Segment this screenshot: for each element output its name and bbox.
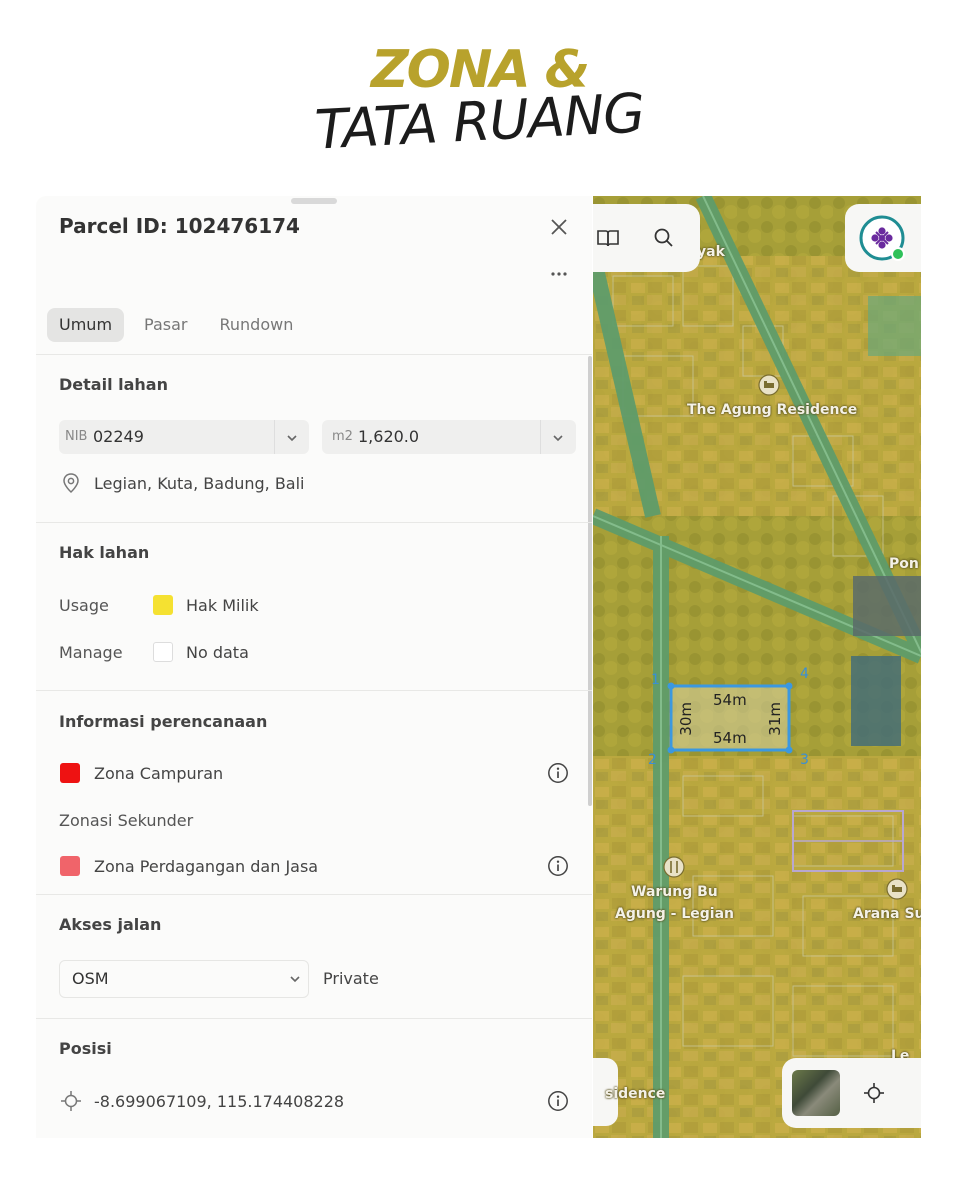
hotel-icon[interactable] <box>758 374 780 396</box>
vertex-2-label: 2 <box>648 752 657 768</box>
parcel-title: Parcel ID: 102476174 <box>59 214 300 238</box>
divider <box>36 522 592 523</box>
zonasi-sekunder-label: Zonasi Sekunder <box>59 811 194 830</box>
area-prefix: m2 <box>332 429 353 444</box>
more-options-button[interactable] <box>544 264 574 284</box>
drag-handle[interactable] <box>291 198 337 204</box>
tab-rundown[interactable]: Rundown <box>207 308 305 342</box>
more-icon <box>551 272 567 276</box>
map-toolbar-right <box>845 204 921 272</box>
app-logo-avatar[interactable] <box>858 214 908 264</box>
info-icon[interactable] <box>547 1090 569 1112</box>
map-label-warung-2[interactable]: Agung - Legian <box>615 906 734 922</box>
vertex-1-label: 1 <box>651 672 660 688</box>
close-icon <box>551 219 567 235</box>
crosshair-icon <box>61 1091 81 1111</box>
nib-dropdown-button[interactable] <box>275 420 309 454</box>
parcel-panel: Parcel ID: 102476174 Umum Pasar Rundown … <box>36 196 592 1138</box>
nib-field[interactable]: NIB 02249 <box>59 420 309 454</box>
info-icon[interactable] <box>547 855 569 877</box>
dimension-right: 31m <box>766 702 784 736</box>
info-icon[interactable] <box>547 762 569 784</box>
coordinates-text: -8.699067109, 115.174408228 <box>94 1092 345 1111</box>
search-icon[interactable] <box>652 226 676 250</box>
map-toolbar-left <box>593 204 700 272</box>
area-value: 1,620.0 <box>358 427 420 446</box>
dimension-left: 30m <box>677 702 695 736</box>
section-title-detail: Detail lahan <box>59 375 168 394</box>
chevron-down-icon <box>288 961 302 997</box>
manage-value: No data <box>186 643 249 662</box>
section-title-akses: Akses jalan <box>59 915 162 934</box>
location-pin-icon <box>63 473 79 494</box>
map-toolbar-bottom <box>782 1058 921 1128</box>
close-button[interactable] <box>546 214 572 240</box>
zona-primary-swatch <box>60 763 80 783</box>
nib-value: 02249 <box>93 427 144 446</box>
section-title-hak: Hak lahan <box>59 543 150 562</box>
zona-secondary-text: Zona Perdagangan dan Jasa <box>94 857 319 876</box>
map-label-pon: Pon <box>889 556 919 572</box>
map-label-yak: yak <box>697 244 725 260</box>
section-title-posisi: Posisi <box>59 1039 112 1058</box>
book-icon[interactable] <box>596 227 620 249</box>
usage-value: Hak Milik <box>186 596 259 615</box>
area-field[interactable]: m2 1,620.0 <box>322 420 576 454</box>
divider <box>36 894 592 895</box>
chevron-down-icon <box>287 434 297 441</box>
map-label-residence[interactable]: The Agung Residence <box>687 402 857 418</box>
section-title-perencanaan: Informasi perencanaan <box>59 712 268 731</box>
satellite-layer-thumbnail[interactable] <box>792 1070 840 1116</box>
map-label-sidence[interactable]: sidence <box>605 1086 665 1102</box>
map-canvas[interactable] <box>593 196 921 1138</box>
zona-secondary-swatch <box>60 856 80 876</box>
divider <box>36 354 592 355</box>
akses-type: Private <box>323 969 379 988</box>
map-label-arana[interactable]: Arana Su <box>853 906 921 922</box>
panel-scrollbar[interactable] <box>588 356 592 806</box>
dimension-top: 54m <box>713 691 747 709</box>
tab-bar: Umum Pasar Rundown <box>47 308 305 342</box>
usage-swatch <box>153 595 173 615</box>
dimension-bottom: 54m <box>713 729 747 747</box>
divider <box>36 690 592 691</box>
chevron-down-icon <box>553 434 563 441</box>
map-view[interactable]: The Agung Residence Warung Bu Agung - Le… <box>593 196 921 1138</box>
tab-pasar[interactable]: Pasar <box>132 308 199 342</box>
zona-primary-text: Zona Campuran <box>94 764 224 783</box>
map-label-warung-1[interactable]: Warung Bu <box>631 884 718 900</box>
manage-label: Manage <box>59 643 123 662</box>
nib-prefix: NIB <box>65 429 88 444</box>
vertex-4-label: 4 <box>800 666 809 682</box>
usage-label: Usage <box>59 596 109 615</box>
vertex-3-label: 3 <box>800 752 809 768</box>
tab-umum[interactable]: Umum <box>47 308 125 342</box>
crosshair-icon[interactable] <box>863 1082 885 1104</box>
restaurant-icon[interactable] <box>663 856 685 878</box>
area-dropdown-button[interactable] <box>541 420 575 454</box>
manage-swatch <box>153 642 173 662</box>
akses-source-value: OSM <box>72 969 109 988</box>
address-text: Legian, Kuta, Badung, Bali <box>94 474 305 493</box>
hotel-icon[interactable] <box>886 878 908 900</box>
akses-source-select[interactable]: OSM <box>59 960 309 998</box>
divider <box>36 1018 592 1019</box>
